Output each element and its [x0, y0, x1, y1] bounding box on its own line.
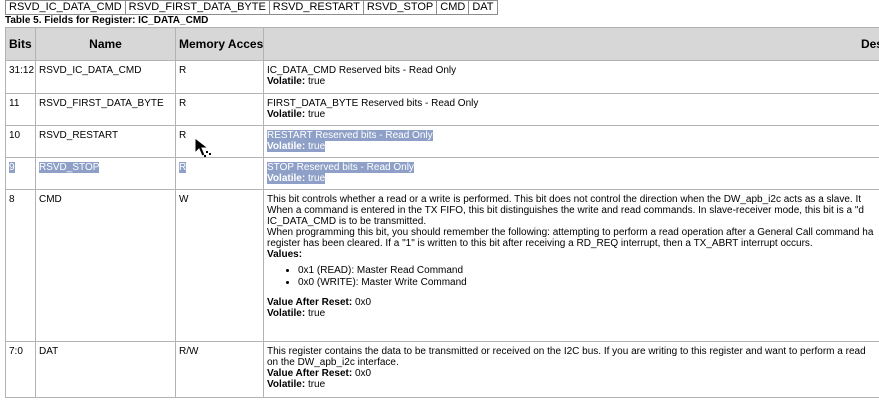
- volatile-line: Volatile: true: [267, 379, 879, 390]
- cell-description: FIRST_DATA_BYTE Reserved bits - Read Onl…: [263, 93, 879, 126]
- cell-description: RESTART Reserved bits - Read Only Volati…: [263, 125, 879, 158]
- cell-name: RSVD_IC_DATA_CMD: [35, 60, 176, 94]
- cell-description: This bit controls whether a read or a wr…: [263, 189, 879, 342]
- cell-access: R/W: [175, 341, 264, 398]
- reset-label: Value After Reset:: [267, 297, 353, 308]
- header-memory-access: Memory Access: [175, 27, 264, 61]
- volatile-line: Volatile: true: [267, 173, 879, 184]
- cell-bits: 31:12: [5, 60, 36, 94]
- volatile-line: Volatile: true: [267, 308, 879, 319]
- selected-text: Volatile: true: [267, 141, 326, 152]
- volatile-label: Volatile:: [267, 173, 306, 184]
- table-row: 31:12 RSVD_IC_DATA_CMD R IC_DATA_CMD Res…: [5, 60, 879, 94]
- description-text: This register contains the data to be tr…: [267, 346, 866, 357]
- volatile-line: Volatile: true: [267, 109, 879, 120]
- table-header-row: Bits Name Memory Access Descrip: [5, 27, 879, 61]
- volatile-label: Volatile:: [267, 379, 306, 390]
- table-row: 7:0 DAT R/W This register contains the d…: [5, 341, 879, 398]
- volatile-value: true: [307, 379, 326, 390]
- values-list: 0x1 (READ): Master Read Command 0x0 (WRI…: [267, 265, 879, 289]
- cell-name: RSVD_FIRST_DATA_BYTE: [35, 93, 176, 126]
- description-text: register has been cleared. If a "1" is w…: [267, 238, 813, 249]
- cell-bits: 11: [5, 93, 36, 126]
- cell-name: DAT: [35, 341, 176, 398]
- selected-text: STOP Reserved bits - Read Only: [267, 162, 414, 173]
- description-text: IC_DATA_CMD Reserved bits - Read Only: [267, 65, 457, 76]
- table-row: 8 CMD W This bit controls whether a read…: [5, 189, 879, 342]
- selected-text: Volatile: true: [267, 173, 326, 184]
- cell-name: RSVD_STOP: [35, 157, 176, 190]
- list-item: 0x1 (READ): Master Read Command: [298, 265, 879, 277]
- field-link-cmd[interactable]: CMD: [437, 0, 470, 15]
- volatile-value: true: [307, 76, 326, 87]
- description-text: This bit controls whether a read or a wr…: [267, 194, 861, 205]
- volatile-line: Volatile: true: [267, 141, 879, 152]
- volatile-value: true: [307, 109, 326, 120]
- field-link-rsvd-ic-data-cmd[interactable]: RSVD_IC_DATA_CMD: [5, 0, 126, 15]
- cell-description: STOP Reserved bits - Read Only Volatile:…: [263, 157, 879, 190]
- header-description: Descrip: [263, 27, 879, 61]
- reset-value: 0x0: [355, 368, 372, 379]
- cell-bits: 7:0: [5, 341, 36, 398]
- cell-access: R: [175, 93, 264, 126]
- reset-line: Value After Reset: 0x0: [267, 368, 879, 379]
- table-row: 9 RSVD_STOP R STOP Reserved bits - Read …: [5, 157, 879, 190]
- field-link-dat[interactable]: DAT: [469, 0, 498, 15]
- table-caption: Table 5. Fields for Register: IC_DATA_CM…: [5, 15, 209, 26]
- register-fields-table: Bits Name Memory Access Descrip 31:12 RS…: [5, 27, 879, 398]
- volatile-label: Volatile:: [267, 109, 306, 120]
- field-link-bar: RSVD_IC_DATA_CMD RSVD_FIRST_DATA_BYTE RS…: [5, 0, 498, 15]
- volatile-value: true: [307, 308, 326, 319]
- volatile-value: true: [307, 141, 326, 152]
- header-bits: Bits: [5, 27, 36, 61]
- table-row: 11 RSVD_FIRST_DATA_BYTE R FIRST_DATA_BYT…: [5, 93, 879, 126]
- field-link-rsvd-first-data-byte[interactable]: RSVD_FIRST_DATA_BYTE: [125, 0, 270, 15]
- field-link-rsvd-stop[interactable]: RSVD_STOP: [363, 0, 438, 15]
- table-row: 10 RSVD_RESTART R RESTART Reserved bits …: [5, 125, 879, 158]
- cell-bits: 8: [5, 189, 36, 342]
- cell-bits: 9: [5, 157, 36, 190]
- mouse-pointer-icon: [194, 137, 211, 157]
- cell-name: RSVD_RESTART: [35, 125, 176, 158]
- cell-access: R: [175, 125, 264, 158]
- description-text: When a command is entered in the TX FIFO…: [267, 205, 864, 216]
- selected-text: R: [179, 162, 187, 173]
- reset-label: Value After Reset:: [267, 368, 353, 379]
- cell-access: R: [175, 157, 264, 190]
- volatile-label: Volatile:: [267, 76, 306, 87]
- cell-description: This register contains the data to be tr…: [263, 341, 879, 398]
- values-label: Values:: [267, 249, 303, 260]
- description-text: FIRST_DATA_BYTE Reserved bits - Read Onl…: [267, 98, 479, 109]
- header-name: Name: [35, 27, 176, 61]
- selected-text: RSVD_STOP: [39, 162, 100, 173]
- cell-access: R: [175, 60, 264, 94]
- cell-description: IC_DATA_CMD Reserved bits - Read Only Vo…: [263, 60, 879, 94]
- volatile-label: Volatile:: [267, 141, 306, 152]
- cell-access: W: [175, 189, 264, 342]
- volatile-value: true: [307, 173, 326, 184]
- cell-bits: 10: [5, 125, 36, 158]
- selected-text: RESTART Reserved bits - Read Only: [267, 130, 433, 141]
- description-text: on the DW_apb_i2c interface.: [267, 357, 399, 368]
- reset-value: 0x0: [355, 297, 372, 308]
- reset-line: Value After Reset: 0x0: [267, 297, 879, 308]
- description-text: When programming this bit, you should re…: [267, 227, 874, 238]
- description-text: RESTART Reserved bits - Read Only: [267, 130, 879, 141]
- description-text: IC_DATA_CMD is to be transmitted.: [267, 216, 427, 227]
- volatile-label: Volatile:: [267, 308, 306, 319]
- field-link-rsvd-restart[interactable]: RSVD_RESTART: [269, 0, 364, 15]
- description-text: STOP Reserved bits - Read Only: [267, 162, 879, 173]
- cell-name: CMD: [35, 189, 176, 342]
- list-item: 0x0 (WRITE): Master Write Command: [298, 277, 879, 289]
- selected-text: 9: [9, 162, 15, 173]
- volatile-line: Volatile: true: [267, 76, 879, 87]
